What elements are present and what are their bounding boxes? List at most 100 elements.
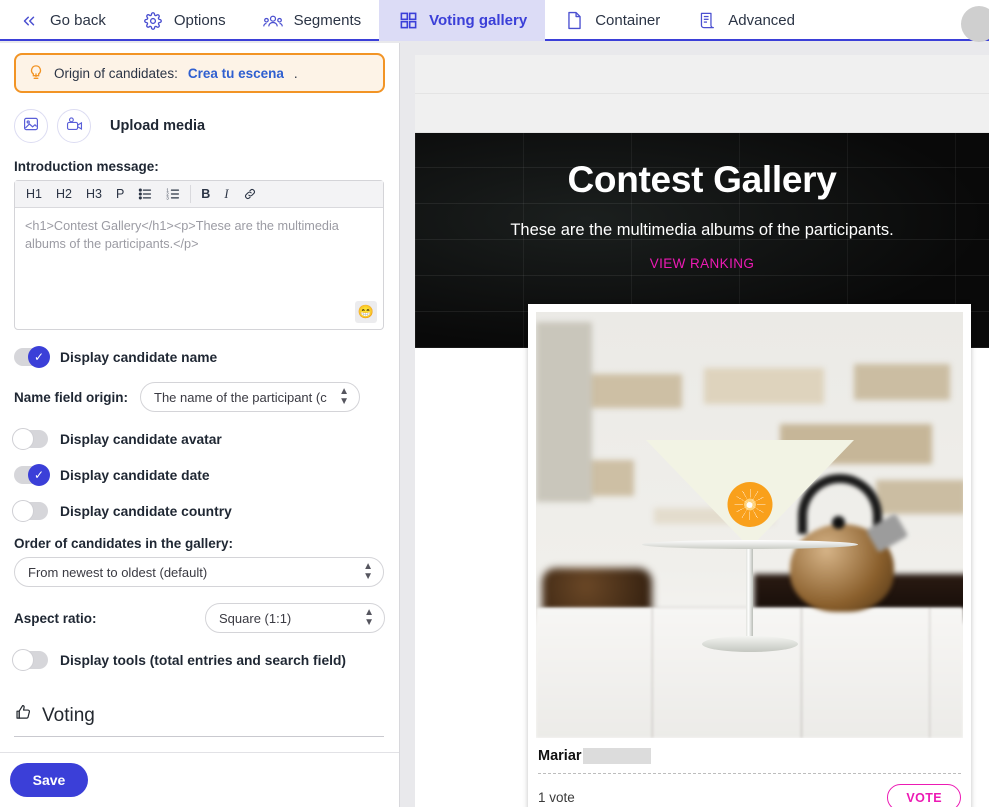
candidate-name-text: Mariar <box>538 748 582 764</box>
display-tools-label: Display tools (total entries and search … <box>60 652 346 668</box>
toggle-knob <box>12 649 34 671</box>
settings-panel: Origin of candidates: Crea tu escena. Up… <box>0 43 400 807</box>
display-candidate-date-toggle[interactable]: ✓ <box>14 464 50 486</box>
aspect-ratio-value: Square (1:1) <box>219 610 292 626</box>
notice-suffix: . <box>293 65 298 81</box>
tab-options-label: Options <box>173 12 226 29</box>
introduction-message-editor[interactable]: H1 H2 H3 P 123 B I <h1>Contest Gallery</… <box>14 180 384 330</box>
crea-tu-escena-link[interactable]: Crea tu escena <box>188 66 284 81</box>
notice-text: Origin of candidates: <box>54 65 178 81</box>
preview-viewport[interactable]: Contest Gallery These are the multimedia… <box>415 55 989 807</box>
display-candidate-country-row: Display candidate country <box>12 500 385 522</box>
toggle-knob <box>12 500 34 522</box>
bullet-list-icon[interactable] <box>131 181 159 208</box>
scroll-icon <box>696 10 718 32</box>
people-group-icon <box>262 10 284 32</box>
vote-button[interactable]: VOTE <box>887 784 961 807</box>
editor-italic-button[interactable]: I <box>217 181 235 208</box>
orange-slice-icon <box>727 482 772 527</box>
aspect-ratio-label: Aspect ratio: <box>14 610 97 626</box>
editor-bold-button[interactable]: B <box>194 181 217 208</box>
editor-placeholder-text: <h1>Contest Gallery</h1><p>These are the… <box>25 219 339 252</box>
toggle-knob: ✓ <box>28 464 50 486</box>
candidate-photo <box>536 312 963 738</box>
tab-segments-label: Segments <box>293 12 362 29</box>
top-tab-bar: Go back Options Segments Voting gallery <box>0 0 989 42</box>
tab-options[interactable]: Options <box>124 0 244 41</box>
redaction-box <box>582 748 651 764</box>
editor-paragraph-button[interactable]: P <box>109 181 131 208</box>
tab-container[interactable]: Container <box>545 0 678 41</box>
thumbs-up-icon <box>14 703 33 728</box>
display-candidate-country-toggle[interactable] <box>12 500 48 522</box>
lightbulb-icon <box>28 64 44 82</box>
aspect-ratio-select[interactable]: Square (1:1) ▲ ▼ <box>205 603 385 633</box>
display-candidate-avatar-row: Display candidate avatar <box>12 428 385 450</box>
vote-bar: 1 vote VOTE <box>528 774 971 807</box>
upload-media-row: Upload media <box>14 109 385 143</box>
martini-glass <box>641 440 858 652</box>
upload-video-button[interactable] <box>57 109 91 143</box>
vote-count: 1 vote <box>538 790 575 805</box>
introduction-message-input[interactable]: <h1>Contest Gallery</h1><p>These are the… <box>15 208 383 329</box>
upload-image-button[interactable] <box>14 109 48 143</box>
candidate-name: Mariar <box>538 748 961 764</box>
tab-go-back[interactable]: Go back <box>0 0 124 41</box>
name-field-origin-row: Name field origin: The name of the parti… <box>14 382 385 412</box>
app-root: Go back Options Segments Voting gallery <box>0 0 989 807</box>
chevron-updown-icon: ▲ ▼ <box>364 607 374 628</box>
page-subtitle: These are the multimedia albums of the p… <box>510 221 894 239</box>
name-field-origin-label: Name field origin: <box>14 389 129 405</box>
video-camera-icon <box>66 116 83 137</box>
order-of-candidates-label: Order of candidates in the gallery: <box>14 536 234 551</box>
voting-section-label: Voting <box>42 704 95 726</box>
tab-voting-gallery-label: Voting gallery <box>429 12 528 29</box>
image-icon <box>23 116 39 137</box>
display-tools-row: Display tools (total entries and search … <box>12 649 385 671</box>
page-title: Contest Gallery <box>567 159 837 200</box>
origin-of-candidates-notice: Origin of candidates: Crea tu escena. <box>14 53 385 93</box>
display-candidate-avatar-label: Display candidate avatar <box>60 431 222 447</box>
avatar[interactable] <box>961 6 989 42</box>
order-of-candidates-select[interactable]: From newest to oldest (default) ▲ ▼ <box>14 557 384 587</box>
tab-go-back-label: Go back <box>50 12 106 29</box>
display-candidate-name-label: Display candidate name <box>60 349 218 365</box>
preview-top-strip <box>415 55 989 133</box>
voting-section-header: Voting <box>14 703 384 737</box>
toggle-knob: ✓ <box>28 346 50 368</box>
editor-h3-button[interactable]: H3 <box>79 181 109 208</box>
settings-scroll-area[interactable]: Origin of candidates: Crea tu escena. Up… <box>0 43 399 754</box>
candidate-card[interactable]: Mariar 1 vote VOTE <box>528 304 971 807</box>
view-ranking-link[interactable]: VIEW RANKING <box>415 256 989 271</box>
grid-icon <box>397 10 419 32</box>
candidate-meta: Mariar <box>528 738 971 774</box>
tab-advanced-label: Advanced <box>728 12 795 29</box>
toolbar-divider <box>190 185 192 203</box>
tab-advanced[interactable]: Advanced <box>678 0 813 41</box>
save-button[interactable]: Save <box>10 763 88 797</box>
display-candidate-name-row: ✓ Display candidate name <box>14 346 385 368</box>
display-candidate-date-row: ✓ Display candidate date <box>14 464 385 486</box>
introduction-message-label: Introduction message: <box>14 159 159 174</box>
tab-voting-gallery[interactable]: Voting gallery <box>379 0 546 41</box>
chevron-updown-icon: ▲ ▼ <box>339 386 350 407</box>
link-icon[interactable] <box>236 181 264 208</box>
display-candidate-country-label: Display candidate country <box>60 503 232 519</box>
tab-segments[interactable]: Segments <box>244 0 380 41</box>
emoji-icon[interactable]: 😁 <box>355 301 377 323</box>
name-field-origin-select[interactable]: The name of the participant (c ▲ ▼ <box>140 382 361 412</box>
page-icon <box>563 10 585 32</box>
editor-toolbar: H1 H2 H3 P 123 B I <box>15 181 383 208</box>
display-candidate-avatar-toggle[interactable] <box>12 428 48 450</box>
display-candidate-date-label: Display candidate date <box>60 467 210 483</box>
editor-h1-button[interactable]: H1 <box>19 181 49 208</box>
editor-h2-button[interactable]: H2 <box>49 181 79 208</box>
display-tools-toggle[interactable] <box>12 649 48 671</box>
settings-footer: Save <box>0 752 399 807</box>
display-candidate-name-toggle[interactable]: ✓ <box>14 346 50 368</box>
preview-panel: Contest Gallery These are the multimedia… <box>401 43 989 807</box>
numbered-list-icon[interactable]: 123 <box>159 181 187 208</box>
name-field-origin-value: The name of the participant (c <box>154 389 327 405</box>
chevron-double-left-icon <box>18 10 40 32</box>
order-of-candidates-value: From newest to oldest (default) <box>28 564 208 580</box>
